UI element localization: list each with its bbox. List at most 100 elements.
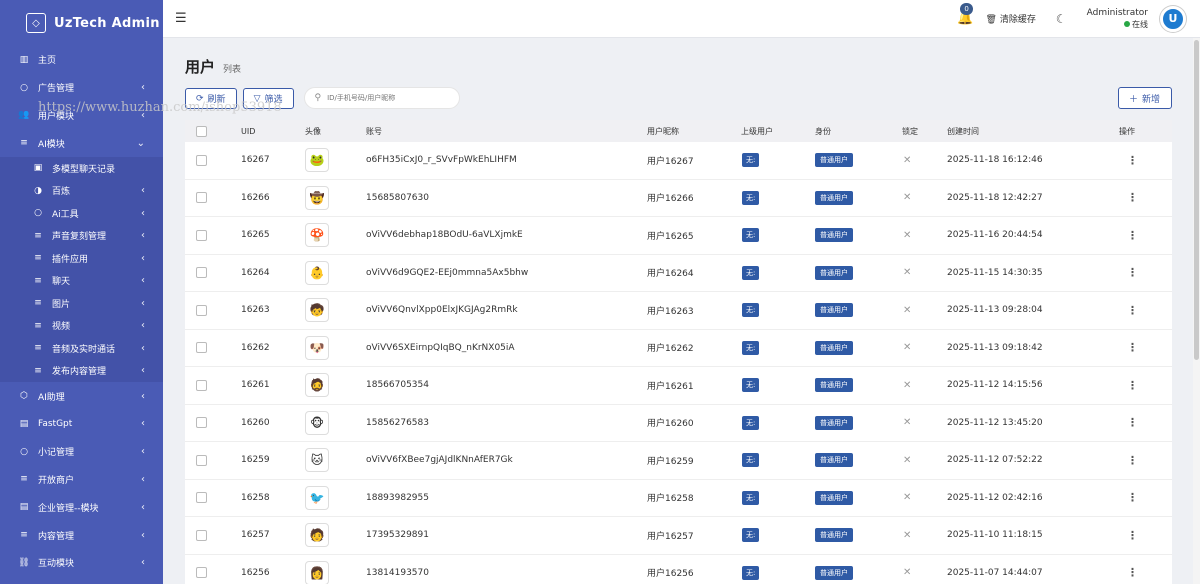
sidebar-item[interactable]: ≡ 聊天 ‹ (0, 270, 163, 293)
row-actions-icon[interactable]: ⋮ (1127, 454, 1138, 467)
sidebar-item-label: 百炼 (52, 187, 71, 198)
sidebar-item[interactable]: ▣ 多模型聊天记录 (0, 157, 163, 180)
row-actions-icon[interactable]: ⋮ (1127, 304, 1138, 317)
table-row[interactable]: 16263 🧒 oViVV6QnvlXpp0ElxJKGJAg2RmRk 用户1626… (185, 292, 1172, 330)
chevron-icon: ‹ (141, 275, 145, 287)
sidebar-item[interactable]: ○ Ai工具 ‹ (0, 202, 163, 225)
row-checkbox[interactable] (196, 304, 207, 316)
sidebar-item[interactable]: ≡ 开放商户 ‹ (0, 466, 163, 494)
table-row[interactable]: 16260 🐵 15856276583 用户16260 无: 普通用户 ✕ 2025-11-1… (185, 405, 1172, 442)
refresh-button[interactable]: ⟳ 刷新 (185, 87, 237, 109)
lock-x-icon[interactable]: ✕ (903, 380, 911, 391)
sidebar-item-label: 用户模块 (38, 111, 75, 122)
sidebar-item[interactable]: ▥ 主页 (0, 46, 163, 74)
col-role: 身份 (815, 126, 831, 136)
filter-button[interactable]: ▽ 筛选 (242, 87, 294, 109)
dark-mode-toggle-icon[interactable]: ☾ (1056, 12, 1067, 26)
search-input[interactable] (327, 94, 448, 102)
table-row[interactable]: 16256 👩 13814193570 用户16256 无: 普通用户 ✕ 2025-11-0… (185, 555, 1172, 584)
lock-x-icon[interactable]: ✕ (903, 530, 911, 541)
page-scrollbar[interactable] (1193, 38, 1200, 584)
row-checkbox[interactable] (196, 342, 207, 354)
table-row[interactable]: 16259 🐱 oViVV6fXBee7gjAJdlKNnAfER7Gk 用户1625… (185, 442, 1172, 480)
sidebar-item[interactable]: ≡ 声音复刻管理 ‹ (0, 225, 163, 248)
row-created: 2025-11-16 20:44:54 (947, 230, 1043, 241)
select-all-checkbox[interactable] (196, 125, 207, 137)
notification-bell-icon[interactable]: 🔔 0 (957, 3, 974, 26)
row-account: oViVV6d9GQE2-EEj0mmna5Ax5bhw (366, 267, 529, 278)
row-avatar: 🧔 (305, 373, 329, 398)
lock-x-icon[interactable]: ✕ (903, 155, 911, 166)
search-box[interactable]: ⚲ (303, 87, 460, 109)
brand[interactable]: ◇ UzTech Admin (0, 0, 163, 46)
sidebar-item[interactable]: ▤ 企业管理--模块 ‹ (0, 493, 163, 521)
lock-x-icon[interactable]: ✕ (903, 305, 911, 316)
table-row[interactable]: 16265 🍄 oViVV6debhap18BOdU-6aVLXjmkE 用户1626… (185, 217, 1172, 255)
add-button[interactable]: ＋新增 (1118, 87, 1172, 109)
row-actions-icon[interactable]: ⋮ (1127, 566, 1138, 579)
hamburger-icon[interactable]: ☰ (175, 11, 187, 26)
row-checkbox[interactable] (196, 229, 207, 241)
row-checkbox[interactable] (196, 454, 207, 466)
row-actions-icon[interactable]: ⋮ (1127, 416, 1138, 429)
sidebar-item[interactable]: ⛓ 互动模块 ‹ (0, 549, 163, 577)
lock-x-icon[interactable]: ✕ (903, 230, 911, 241)
row-checkbox[interactable] (196, 417, 207, 429)
row-actions-icon[interactable]: ⋮ (1127, 191, 1138, 204)
row-checkbox[interactable] (196, 154, 207, 166)
table-row[interactable]: 16267 🐸 o6FH35iCxJ0_r_SVvFpWkEhLIHFM 用户1626… (185, 142, 1172, 180)
avatar[interactable]: U (1160, 5, 1186, 32)
sidebar-item[interactable]: ○ 广告管理 ‹ (0, 74, 163, 102)
sidebar-item[interactable]: ▤ FastGpt ‹ (0, 410, 163, 438)
sidebar-item[interactable]: ≡ 插件应用 ‹ (0, 247, 163, 270)
col-ops: 操作 (1119, 126, 1135, 136)
row-checkbox[interactable] (196, 567, 207, 579)
sidebar-item[interactable]: 👥 用户模块 ‹ (0, 102, 163, 130)
row-actions-icon[interactable]: ⋮ (1127, 341, 1138, 354)
row-actions-icon[interactable]: ⋮ (1127, 491, 1138, 504)
row-actions-icon[interactable]: ⋮ (1127, 379, 1138, 392)
table-row[interactable]: 16258 🐦 18893982955 用户16258 无: 普通用户 ✕ 2025-11-1… (185, 480, 1172, 517)
sidebar-item[interactable]: ○ 小记管理 ‹ (0, 438, 163, 466)
row-parent-badge: 无: (742, 528, 760, 543)
sidebar-item[interactable]: ◑ 百炼 ‹ (0, 180, 163, 203)
lock-x-icon[interactable]: ✕ (903, 455, 911, 466)
sidebar-item[interactable]: ≡ 视频 ‹ (0, 315, 163, 338)
table-body: 16267 🐸 o6FH35iCxJ0_r_SVvFpWkEhLIHFM 用户1626… (185, 142, 1172, 584)
table-row[interactable]: 16261 🧔 18566705354 用户16261 无: 普通用户 ✕ 2025-11-1… (185, 367, 1172, 405)
lock-x-icon[interactable]: ✕ (903, 567, 911, 578)
page-header: 用户 列表 (185, 56, 241, 77)
sidebar-item[interactable]: ≡ 发布内容管理 ‹ (0, 360, 163, 383)
lock-x-icon[interactable]: ✕ (903, 192, 911, 203)
sidebar-item[interactable]: ≡ 图片 ‹ (0, 292, 163, 315)
table-row[interactable]: 16266 🤠 15685807630 用户16266 无: 普通用户 ✕ 2025-11-1… (185, 180, 1172, 217)
row-checkbox[interactable] (196, 529, 207, 541)
lock-x-icon[interactable]: ✕ (903, 492, 911, 503)
row-actions-icon[interactable]: ⋮ (1127, 229, 1138, 242)
row-actions-icon[interactable]: ⋮ (1127, 266, 1138, 279)
chevron-icon: ‹ (141, 252, 145, 264)
sidebar-item[interactable]: ≡ 音频及实时通话 ‹ (0, 337, 163, 360)
table-row[interactable]: 16262 🐶 oViVV6SXEirnpQIqBQ_nKrNX05iA 用户1626… (185, 330, 1172, 367)
list-icon: ≡ (20, 138, 28, 149)
lock-x-icon[interactable]: ✕ (903, 417, 911, 428)
row-avatar: 🐸 (305, 148, 329, 173)
scrollbar-thumb[interactable] (1194, 40, 1199, 360)
sidebar-item[interactable]: ≡ AI模块 ⌄ (0, 129, 163, 157)
lock-x-icon[interactable]: ✕ (903, 267, 911, 278)
sidebar-item[interactable]: ≡ 内容管理 ‹ (0, 521, 163, 549)
row-actions-icon[interactable]: ⋮ (1127, 529, 1138, 542)
clear-cache-button[interactable]: 🗑 清除缓存 (986, 12, 1036, 25)
row-parent-badge: 无: (742, 378, 760, 393)
table-row[interactable]: 16257 🧑 17395329891 用户16257 无: 普通用户 ✕ 2025-11-1… (185, 517, 1172, 555)
lock-x-icon[interactable]: ✕ (903, 342, 911, 353)
row-checkbox[interactable] (196, 267, 207, 279)
row-parent-label: 无 (746, 418, 753, 427)
row-checkbox[interactable] (196, 492, 207, 504)
row-checkbox[interactable] (196, 379, 207, 391)
row-actions-icon[interactable]: ⋮ (1127, 154, 1138, 167)
sidebar-item[interactable]: ⬡ AI助理 ‹ (0, 382, 163, 410)
user-info[interactable]: Administrator 在线 (1087, 7, 1148, 31)
table-row[interactable]: 16264 👶 oViVV6d9GQE2-EEj0mmna5Ax5bhw 用户1626… (185, 255, 1172, 292)
row-checkbox[interactable] (196, 192, 207, 204)
